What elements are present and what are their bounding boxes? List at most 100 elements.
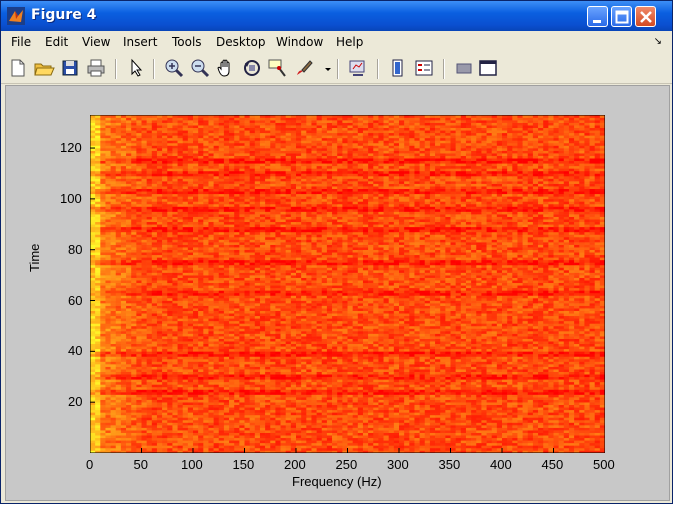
heatmap-cell [146,328,153,332]
heatmap-cell [311,430,317,433]
heatmap-cell [301,328,307,332]
menu-window[interactable]: Window [276,35,323,49]
open-file-icon[interactable] [33,57,55,79]
heatmap-cell [507,435,513,439]
heatmap-cell [131,353,137,357]
heatmap-cell [460,437,467,441]
heatmap-cell [146,374,153,378]
heatmap-cell [486,386,492,390]
heatmap-cell [558,435,565,439]
heatmap-cell [208,425,214,428]
new-figure-icon[interactable] [7,57,29,79]
heatmap-cell [285,343,292,347]
heatmap-cell [553,379,559,383]
heatmap-cell [589,427,595,431]
menu-help[interactable]: Help [336,35,363,49]
pan-hand-icon[interactable] [215,57,237,79]
dock-arrow-icon[interactable]: ↘ [654,36,662,47]
heatmap-cell [368,425,374,428]
heatmap-cell [141,417,147,421]
menu-view[interactable]: View [82,35,110,49]
heatmap-cell [326,419,333,423]
heatmap-cell [373,392,379,395]
colorbar-icon[interactable] [387,57,409,79]
title-bar[interactable]: Figure 4 [1,1,672,31]
zoom-in-icon[interactable] [163,57,185,79]
heatmap-cell [167,336,173,339]
menu-file[interactable]: File [11,35,31,49]
heatmap-cell [435,394,441,398]
heatmap-cell [182,392,189,395]
heatmap-cell [234,343,240,347]
zoom-out-icon[interactable] [189,57,211,79]
close-button[interactable] [635,6,656,27]
heatmap-cell [301,346,307,350]
heatmap-cell [342,376,348,380]
heatmap-cell [429,427,436,431]
heatmap-cell [445,399,451,403]
legend-icon[interactable] [413,57,435,79]
heatmap-cell [517,358,523,362]
heatmap-cell [568,379,575,383]
heatmap-cell [502,432,508,436]
heatmap-cell [460,432,467,436]
heatmap-cell [259,435,266,439]
heatmap-cell [543,384,549,388]
heatmap-cell [167,397,173,400]
heatmap-cell [301,399,307,403]
heatmap-cell [352,374,359,378]
heatmap-cell [265,432,271,436]
show-plot-tools-icon[interactable] [477,57,499,79]
heatmap-cell [584,376,590,380]
heatmap-cell [151,376,158,380]
heatmap-cell [373,366,379,370]
heatmap-cell [393,432,400,436]
heatmap-cell [332,343,338,347]
heatmap-cell [574,397,580,400]
heatmap-cell [507,412,513,416]
maximize-button[interactable] [611,6,632,27]
heatmap-cell [254,445,261,449]
heatmap-cell [203,328,209,332]
heatmap-cell [290,369,297,372]
heatmap-cell [95,445,101,449]
heatmap-cell [378,440,384,444]
menu-insert[interactable]: Insert [123,35,157,49]
heatmap-cell [254,356,261,360]
save-icon[interactable] [59,57,81,79]
heatmap-cell [471,447,477,451]
link-plot-icon[interactable] [347,57,369,79]
menu-edit[interactable]: Edit [45,35,68,49]
hide-plot-tools-icon[interactable] [453,57,475,79]
heatmap-cell [151,432,158,436]
heatmap-cell [347,386,353,390]
heatmap-cell [265,338,271,342]
heatmap-cell [249,356,256,360]
heatmap-cell [244,394,250,398]
heatmap-cell [481,392,487,395]
minimize-button[interactable] [587,6,608,27]
brush-icon[interactable] [293,57,315,79]
data-cursor-icon[interactable] [267,57,289,79]
heatmap-cell [496,432,503,436]
heatmap-cell [146,392,153,395]
heatmap-cell [368,346,374,350]
heatmap-cell [512,336,518,339]
heatmap-cell [296,409,302,413]
menu-desktop[interactable]: Desktop [216,35,266,49]
menu-tools[interactable]: Tools [172,35,202,49]
heatmap-cell [414,422,420,426]
heatmap-cell [393,341,400,345]
heatmap-cell [373,425,379,428]
heatmap-cell [146,366,153,370]
heatmap-cell [234,358,240,362]
heatmap-cell [326,376,333,380]
heatmap-cell [326,427,333,431]
heatmap-cell [172,343,178,347]
heatmap-cell [198,341,204,345]
print-icon[interactable] [85,57,107,79]
edit-plot-arrow-icon[interactable] [125,57,147,79]
heatmap-cell [589,404,595,408]
rotate-3d-icon[interactable] [241,57,263,79]
brush-dropdown-icon[interactable] [317,57,331,79]
